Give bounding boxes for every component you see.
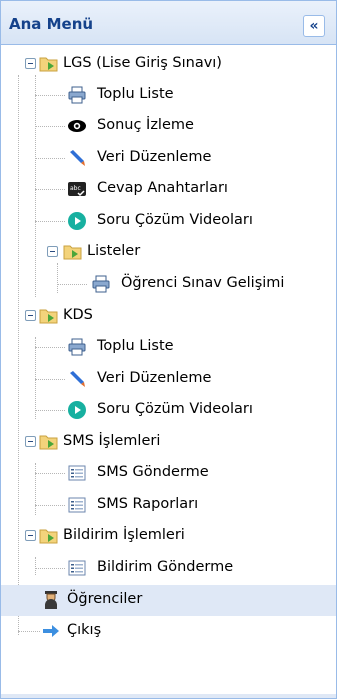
collapse-toggle-icon[interactable]: [25, 310, 36, 321]
tree-node-sonuc-izleme[interactable]: Sonuç İzleme: [1, 111, 336, 142]
tree-node-cikis[interactable]: Çıkış: [1, 616, 336, 647]
tree-node-label: Bildirim Gönderme: [97, 559, 234, 575]
printer-icon: [68, 86, 86, 104]
collapse-toggle-icon[interactable]: [25, 436, 36, 447]
menu-panel: Ana Menü « LGS (Lise Giriş Sınavı) Toplu…: [0, 0, 337, 699]
tree-node-label: Toplu Liste: [97, 86, 174, 102]
tree-node-lgs-toplu-liste[interactable]: Toplu Liste: [1, 80, 336, 111]
tree-node-cevap-anahtarlari[interactable]: abc Cevap Anahtarları: [1, 174, 336, 205]
tree-node-label: Veri Düzenleme: [97, 370, 212, 386]
printer-icon: [92, 275, 110, 293]
student-icon: [45, 591, 57, 609]
tree-node-label: SMS Raporları: [97, 496, 199, 512]
tree-node-label: Çıkış: [67, 622, 102, 638]
play-circle-icon: [68, 212, 86, 230]
tree-node-label: Soru Çözüm Videoları: [97, 212, 253, 228]
tree-node-ogrenci-sinav-gelisimi[interactable]: Öğrenci Sınav Gelişimi: [1, 269, 336, 300]
folder-open-icon: [39, 529, 58, 544]
tree-node-label: KDS: [63, 307, 93, 323]
panel-header: Ana Menü «: [1, 1, 336, 45]
folder-open-icon: [39, 435, 58, 450]
tree-node-label: Listeler: [87, 243, 141, 259]
collapse-toggle-icon[interactable]: [25, 530, 36, 541]
tree-node-sms-islemleri[interactable]: SMS İşlemleri: [1, 427, 336, 458]
tree-node-label: Cevap Anahtarları: [97, 180, 228, 196]
tree-node-ogrenciler[interactable]: Öğrenciler: [1, 585, 336, 616]
panel-bottom-bar: [1, 694, 336, 698]
tree-node-kds-veri-duzenleme[interactable]: Veri Düzenleme: [1, 364, 336, 395]
tree-node-label: Bildirim İşlemleri: [63, 527, 185, 543]
tree-node-listeler[interactable]: Listeler: [1, 237, 336, 268]
tree-node-label: SMS Gönderme: [97, 464, 209, 480]
printer-icon: [68, 338, 86, 356]
tree-node-bildirim-gonderme[interactable]: Bildirim Gönderme: [1, 553, 336, 584]
tree-node-kds-toplu-liste[interactable]: Toplu Liste: [1, 332, 336, 363]
pencil-icon: [70, 150, 85, 166]
pencil-icon: [70, 371, 85, 387]
menu-tree: LGS (Lise Giriş Sınavı) Toplu Liste Sonu…: [1, 45, 336, 698]
double-chevron-left-icon: «: [309, 18, 319, 34]
form-icon: [68, 497, 86, 513]
tree-node-bildirim-islemleri[interactable]: Bildirim İşlemleri: [1, 521, 336, 552]
svg-text:abc: abc: [70, 185, 81, 192]
form-icon: [68, 465, 86, 481]
tree-node-lgs-soru-cozum-videolari[interactable]: Soru Çözüm Videoları: [1, 206, 336, 237]
folder-open-icon: [39, 57, 58, 72]
panel-title: Ana Menü: [9, 15, 94, 33]
tree-node-lgs[interactable]: LGS (Lise Giriş Sınavı): [1, 49, 336, 80]
tree-node-lgs-veri-duzenleme[interactable]: Veri Düzenleme: [1, 143, 336, 174]
folder-open-icon: [39, 309, 58, 324]
tree-node-label: Veri Düzenleme: [97, 149, 212, 165]
tree-node-kds[interactable]: KDS: [1, 301, 336, 332]
tree-node-kds-soru-cozum-videolari[interactable]: Soru Çözüm Videoları: [1, 395, 336, 426]
collapse-toggle-icon[interactable]: [25, 58, 36, 69]
tree-node-label: Soru Çözüm Videoları: [97, 401, 253, 417]
tree-node-label: Sonuç İzleme: [97, 117, 194, 133]
tree-node-label: Toplu Liste: [97, 338, 174, 354]
form-icon: [68, 560, 86, 576]
tree-node-label: LGS (Lise Giriş Sınavı): [63, 55, 222, 71]
tree-node-label: SMS İşlemleri: [63, 433, 161, 449]
tree-node-sms-gonderme[interactable]: SMS Gönderme: [1, 458, 336, 489]
play-circle-icon: [68, 401, 86, 419]
answer-key-icon: abc: [68, 182, 86, 197]
tree-node-sms-raporlari[interactable]: SMS Raporları: [1, 490, 336, 521]
folder-open-icon: [63, 245, 82, 260]
tree-node-label: Öğrenciler: [67, 591, 143, 607]
arrow-right-icon: [43, 625, 59, 637]
collapse-toggle-icon[interactable]: [47, 246, 58, 257]
eye-icon: [68, 120, 86, 132]
collapse-button[interactable]: «: [303, 15, 325, 37]
tree-node-label: Öğrenci Sınav Gelişimi: [121, 275, 285, 291]
